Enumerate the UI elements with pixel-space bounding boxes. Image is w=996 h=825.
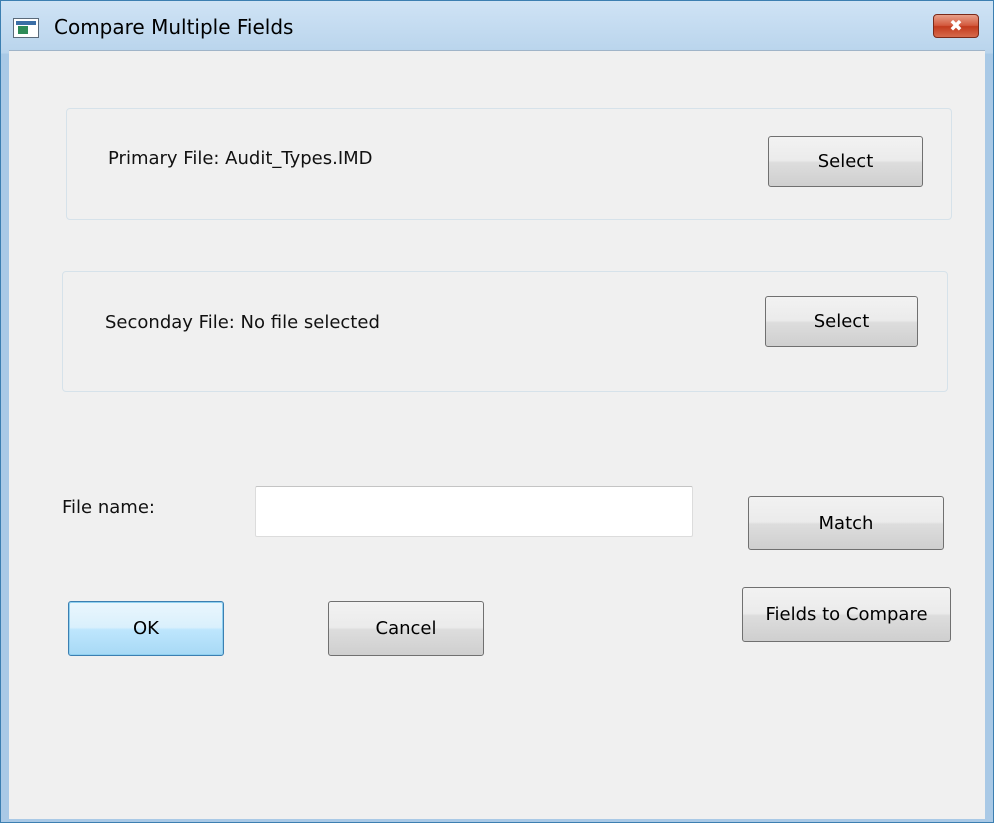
- window-title: Compare Multiple Fields: [54, 15, 294, 39]
- primary-file-group: Primary File: Audit_Types.IMD Select: [66, 108, 952, 220]
- primary-file-label: Primary File: Audit_Types.IMD: [108, 148, 373, 169]
- file-name-input[interactable]: [255, 486, 693, 537]
- dialog-window: Compare Multiple Fields ✖ Primary File: …: [0, 0, 994, 823]
- title-bar[interactable]: Compare Multiple Fields ✖: [1, 1, 995, 51]
- fields-to-compare-button[interactable]: Fields to Compare: [742, 587, 951, 642]
- app-window-icon[interactable]: [13, 18, 39, 38]
- ok-button[interactable]: OK: [68, 601, 224, 656]
- close-icon: ✖: [949, 16, 963, 35]
- secondary-select-button[interactable]: Select: [765, 296, 918, 347]
- dialog-client-area: Primary File: Audit_Types.IMD Select Sec…: [9, 50, 985, 819]
- file-name-label: File name:: [62, 497, 155, 518]
- close-button[interactable]: ✖: [933, 14, 979, 38]
- match-button[interactable]: Match: [748, 496, 944, 550]
- primary-select-button[interactable]: Select: [768, 136, 923, 187]
- cancel-button[interactable]: Cancel: [328, 601, 484, 656]
- secondary-file-group: Seconday File: No file selected Select: [62, 271, 948, 392]
- secondary-file-label: Seconday File: No file selected: [105, 312, 380, 333]
